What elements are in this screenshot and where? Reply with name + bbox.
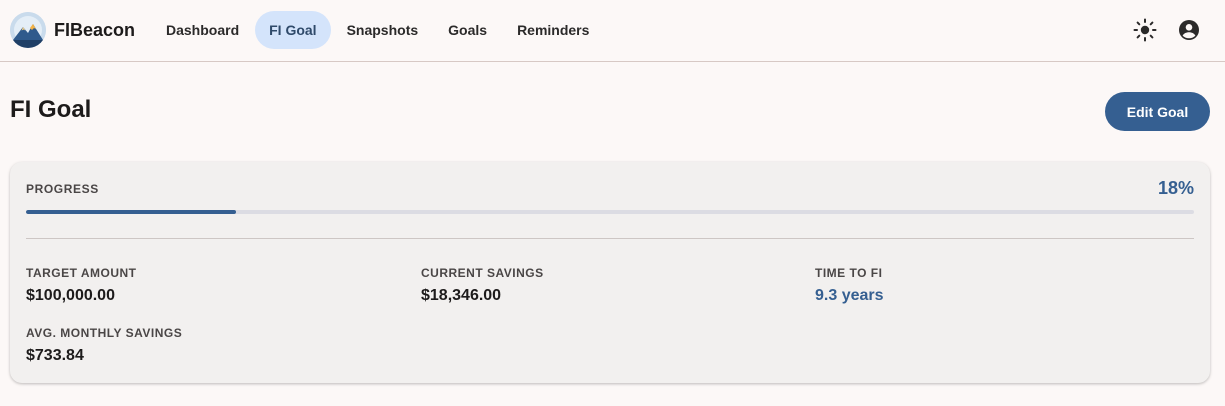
progress-percent: 18% bbox=[1157, 178, 1194, 198]
stat-current-savings: CURRENT SAVINGS $18,346.00 bbox=[421, 266, 544, 305]
stat-label: AVG. MONTHLY SAVINGS bbox=[26, 326, 183, 340]
stat-label: TARGET AMOUNT bbox=[26, 266, 137, 280]
main-nav: Dashboard FI Goal Snapshots Goals Remind… bbox=[152, 11, 605, 49]
divider bbox=[26, 238, 1194, 239]
stat-value: 9.3 years bbox=[815, 287, 884, 304]
mountain-logo-icon bbox=[10, 12, 46, 48]
sun-icon[interactable] bbox=[1132, 17, 1158, 43]
brand-name: FIBeacon bbox=[54, 19, 136, 40]
page-title: FI Goal bbox=[10, 96, 92, 123]
stat-label: CURRENT SAVINGS bbox=[421, 266, 544, 280]
progress-bar-fill bbox=[26, 210, 237, 214]
brand[interactable]: FIBeacon bbox=[10, 12, 135, 48]
stat-target-amount: TARGET AMOUNT $100,000.00 bbox=[26, 266, 137, 305]
stat-time-to-fi: TIME TO FI 9.3 years bbox=[815, 266, 884, 305]
nav-item-dashboard[interactable]: Dashboard bbox=[152, 11, 253, 49]
fi-goal-card: PROGRESS 18% TARGET AMOUNT $100,000.00 C… bbox=[10, 162, 1210, 383]
progress-bar bbox=[26, 210, 1194, 214]
nav-item-reminders[interactable]: Reminders bbox=[503, 11, 603, 49]
top-app-bar: FIBeacon Dashboard FI Goal Snapshots Goa… bbox=[0, 0, 1225, 62]
stat-value: $733.84 bbox=[26, 347, 84, 364]
top-actions bbox=[1114, 17, 1202, 43]
stat-label: TIME TO FI bbox=[815, 266, 883, 280]
progress-label: PROGRESS bbox=[26, 182, 99, 196]
nav-item-snapshots[interactable]: Snapshots bbox=[333, 11, 433, 49]
stat-value: $100,000.00 bbox=[26, 287, 115, 304]
edit-goal-button[interactable]: Edit Goal bbox=[1105, 92, 1210, 131]
nav-item-goals[interactable]: Goals bbox=[434, 11, 501, 49]
stat-avg-monthly-savings: AVG. MONTHLY SAVINGS $733.84 bbox=[26, 326, 182, 365]
account-circle-icon[interactable] bbox=[1176, 17, 1202, 43]
nav-item-fi-goal[interactable]: FI Goal bbox=[255, 11, 331, 49]
stat-value: $18,346.00 bbox=[421, 287, 502, 304]
